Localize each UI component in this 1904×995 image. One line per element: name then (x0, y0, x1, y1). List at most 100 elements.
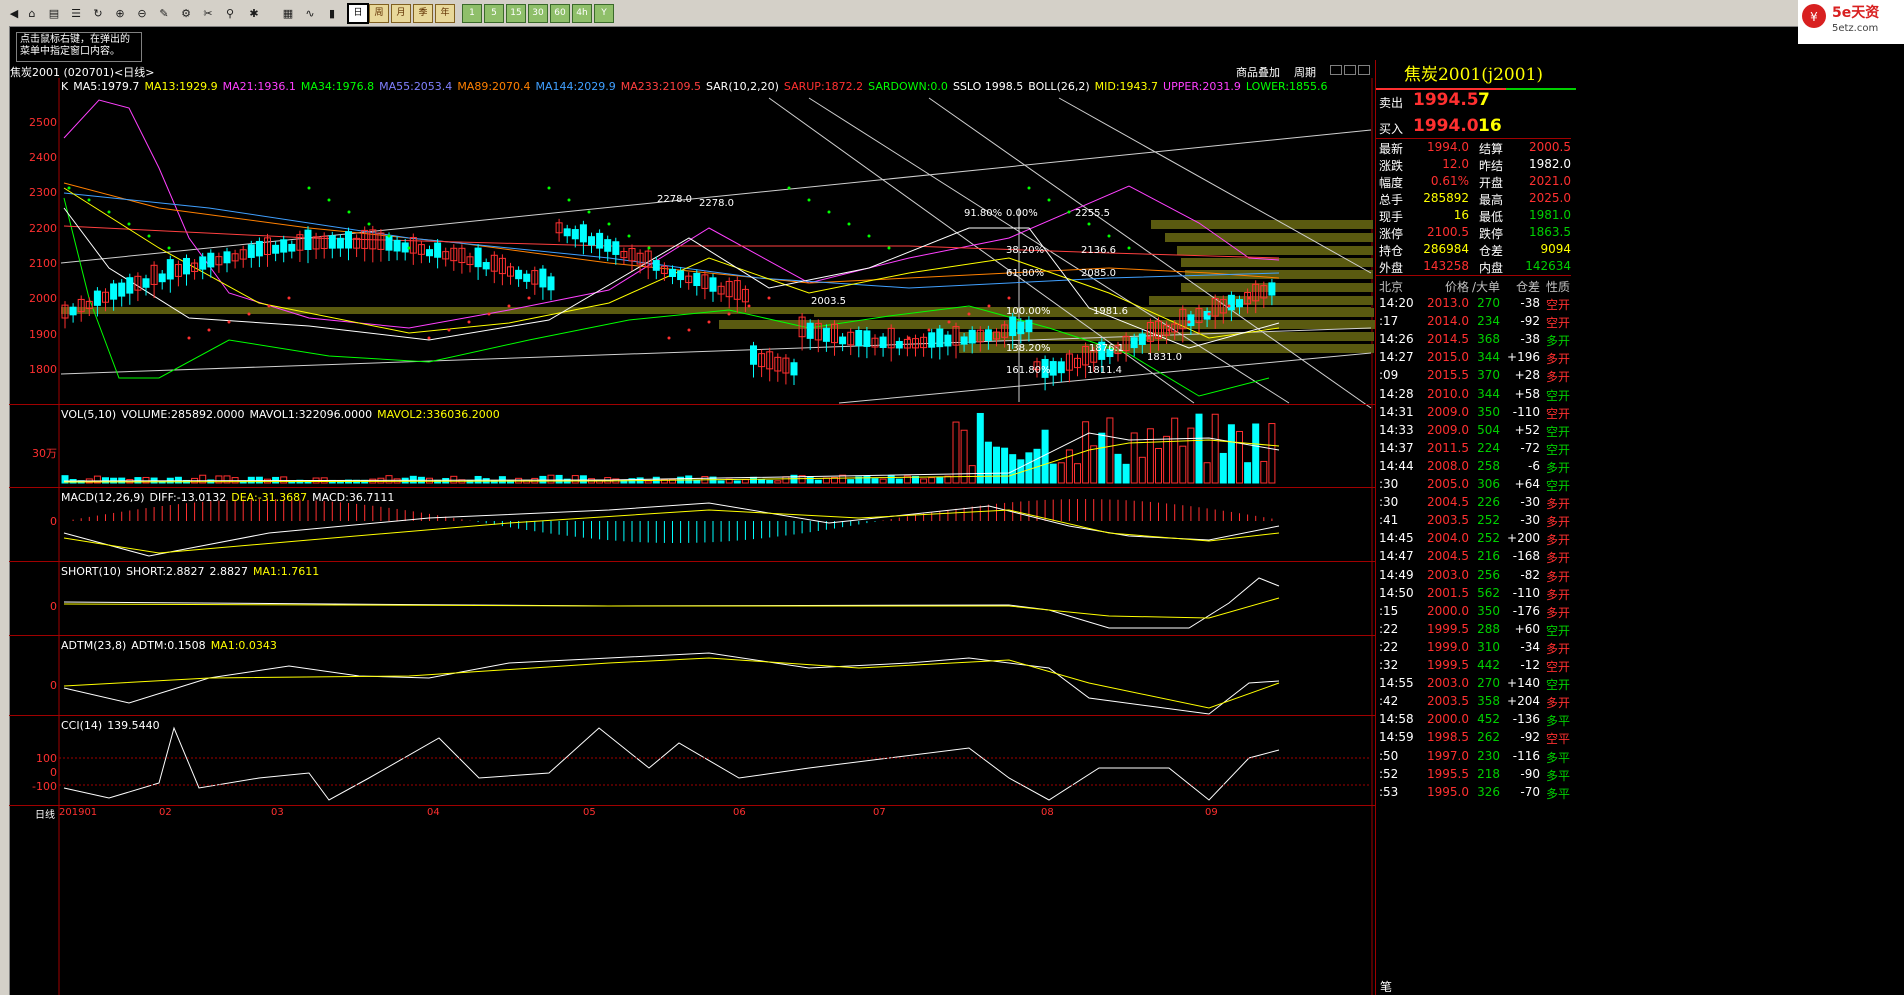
tick-d: -92 (1520, 314, 1540, 329)
volume-bar (993, 446, 1000, 484)
tick-t: :17 (1379, 314, 1399, 329)
tick-v: 262 (1477, 730, 1500, 745)
sar-dot (807, 198, 811, 202)
sell-label: 卖出 (1379, 96, 1404, 110)
settings-icon[interactable]: ⚙ (176, 4, 196, 23)
tick-n: 多平 (1546, 786, 1571, 801)
fib-label: 1811.4 (1087, 365, 1122, 376)
period-5min[interactable]: 5 (484, 4, 504, 23)
list-icon[interactable]: ☰ (66, 4, 86, 23)
period-season[interactable]: 季 (413, 4, 433, 23)
volume-bar (1041, 429, 1049, 484)
tick-n: 多平 (1546, 750, 1571, 765)
home-icon[interactable]: ⌂ (22, 4, 42, 23)
price-mark-high2: 2278.0 (699, 198, 734, 209)
quote-label: 幅度 (1379, 176, 1404, 190)
back-icon[interactable]: ◀ (4, 4, 24, 23)
indicator-value: SSLO 1998.5 (952, 80, 1024, 93)
volume-bar (1074, 463, 1081, 484)
main-indicator-line: K MA5:1979.7 MA13:1929.9 MA21:1936.1 MA34:19… (61, 80, 1333, 93)
quote-label: 最低 (1479, 210, 1504, 224)
window-max-icon[interactable] (1344, 65, 1356, 75)
indicator-value: MA13:1929.9 (144, 80, 218, 93)
tick-t: 14:27 (1379, 350, 1414, 365)
period-4h[interactable]: 4h (572, 4, 592, 23)
period-day[interactable]: 日 (347, 3, 369, 24)
price-mark-high: 2278.0 (657, 194, 692, 205)
candle-body (790, 362, 798, 376)
sar-dot (1227, 304, 1231, 308)
table-icon[interactable]: ▦ (278, 4, 298, 23)
candle-body (750, 345, 757, 365)
period-custom[interactable]: Y (594, 4, 614, 23)
fib-label: 0.00% (1006, 208, 1038, 219)
sar-dot (887, 246, 891, 250)
news-icon[interactable]: ▤ (44, 4, 64, 23)
window-min-icon[interactable] (1330, 65, 1342, 75)
candle-body (110, 283, 118, 300)
volume-bar (774, 480, 782, 484)
tab-trades[interactable]: 笔 (1380, 978, 1392, 995)
quote-label: 最高 (1479, 193, 1504, 207)
tick-row: 14:33 2009.0 504 +52 空开 (1376, 423, 1904, 441)
adtm-zero: 0 (50, 679, 57, 692)
tick-n: 多开 (1546, 497, 1571, 512)
tick-row: :15 2000.0 350 -176 多开 (1376, 604, 1904, 622)
period-year[interactable]: 年 (435, 4, 455, 23)
quote-label: 涨停 (1379, 227, 1404, 241)
zoom-out-icon[interactable]: ⊖ (132, 4, 152, 23)
filter-icon[interactable]: ⚲ (220, 4, 240, 23)
period-30min[interactable]: 30 (528, 4, 548, 23)
tick-t: 14:50 (1379, 585, 1414, 600)
period-month[interactable]: 月 (391, 4, 411, 23)
candle-body (596, 232, 604, 249)
tick-n: 空开 (1546, 442, 1571, 457)
window-controls[interactable] (1330, 65, 1370, 76)
indicator-value: K (61, 80, 69, 93)
sar-dot (1007, 296, 1011, 300)
sar-dot (1027, 186, 1031, 190)
volume-bar (1260, 460, 1268, 484)
tick-t: :50 (1379, 748, 1399, 763)
tick-t: 14:59 (1379, 730, 1414, 745)
period-60min[interactable]: 60 (550, 4, 570, 23)
zoom-in-icon[interactable]: ⊕ (110, 4, 130, 23)
fib-label: 2085.0 (1081, 268, 1116, 279)
tools-icon[interactable]: ✂ (198, 4, 218, 23)
tick-v: 306 (1477, 477, 1500, 491)
candle-body (693, 272, 701, 287)
tick-row: :41 2003.5 252 -30 多开 (1376, 513, 1904, 531)
volume-bar (1244, 462, 1252, 484)
tick-d: -34 (1520, 639, 1540, 654)
tick-p: 1999.5 (1427, 621, 1469, 636)
logo-graphic: ¥ 5e天资 5etz.com (1802, 4, 1879, 34)
window-close-icon[interactable] (1358, 65, 1370, 75)
tick-v: 370 (1477, 368, 1500, 383)
chart-area[interactable]: K MA5:1979.7 MA13:1929.9 MA21:1936.1 MA34:19… (9, 78, 1375, 995)
volume-bar (1227, 424, 1235, 484)
chart-line-icon[interactable]: ∿ (300, 4, 320, 23)
tick-t: 14:20 (1379, 296, 1414, 310)
tick-p: 2015.0 (1427, 350, 1469, 365)
candle-body (612, 241, 620, 255)
sar-dot (767, 296, 771, 300)
period-week[interactable]: 周 (369, 4, 389, 23)
tick-p: 2014.0 (1427, 314, 1469, 329)
tick-row: 14:45 2004.0 252 +200 多开 (1376, 531, 1904, 549)
refresh-icon[interactable]: ↻ (88, 4, 108, 23)
draw-icon[interactable]: ✎ (154, 4, 174, 23)
volume-bar (693, 479, 701, 484)
tick-t: 14:37 (1379, 440, 1414, 455)
tick-d: -116 (1512, 748, 1540, 763)
candle-body (604, 239, 612, 252)
new-icon[interactable]: ✱ (244, 4, 264, 23)
tick-n: 多开 (1546, 605, 1571, 620)
x-axis-label: 02 (159, 807, 172, 818)
period-15min[interactable]: 15 (506, 4, 526, 23)
indicator-value: VOLUME:285892.0000 (121, 408, 245, 421)
sell-volume: 7 (1478, 90, 1490, 110)
candle-body (652, 260, 660, 271)
volume-bar (579, 475, 587, 484)
period-1min[interactable]: 1 (462, 4, 482, 23)
candle-icon[interactable]: ▮ (322, 4, 342, 23)
